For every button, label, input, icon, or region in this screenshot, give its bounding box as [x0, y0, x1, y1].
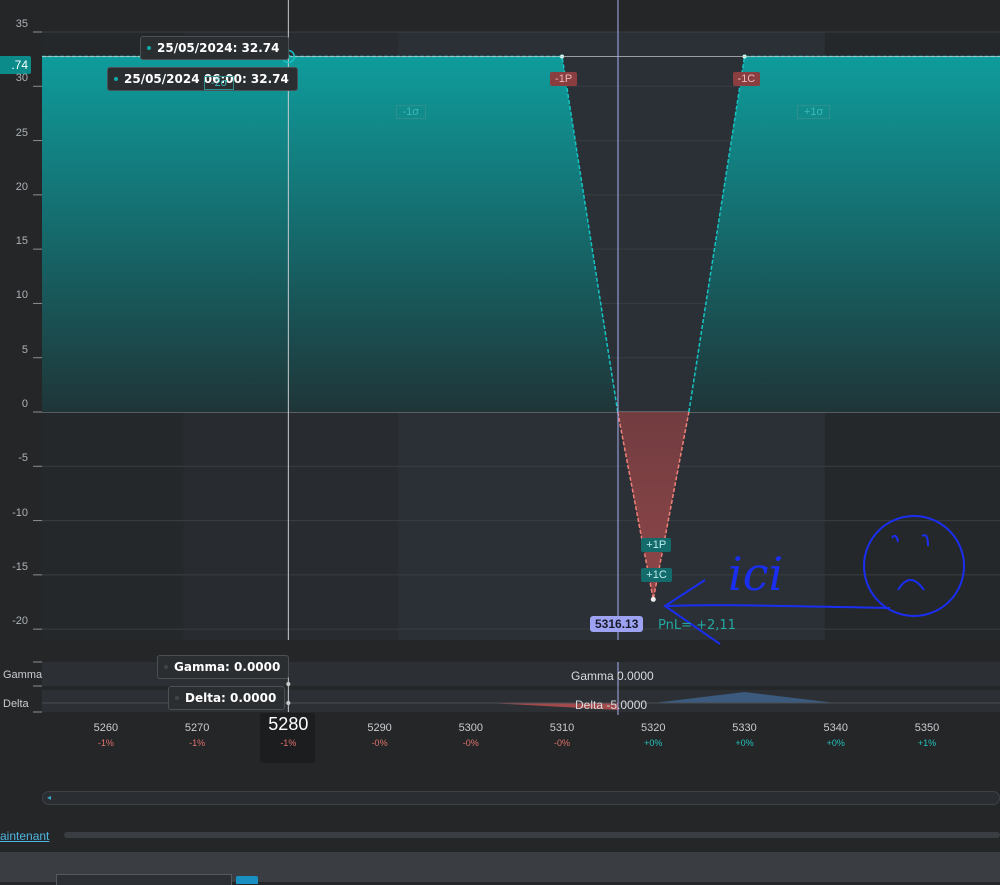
x-tick-pct: -0%	[371, 738, 388, 748]
expiry-tooltip: 25/05/2024: 32.74	[140, 36, 289, 60]
x-tick-label: 5300	[458, 722, 484, 734]
x-tick-pct: -0%	[554, 738, 571, 748]
x-tick-label: 5330	[732, 722, 757, 734]
x-tick-label: 5320	[641, 722, 666, 734]
spot-price-label: 5316.13	[590, 616, 644, 632]
footer-input[interactable]	[56, 874, 232, 885]
tooltip-dot-icon	[147, 46, 151, 50]
leg-tag: +1C	[641, 568, 672, 583]
delta-row-label: Delta	[3, 698, 29, 710]
y-tick-label: 20	[15, 180, 28, 193]
y-tick-label: 15	[15, 235, 28, 248]
x-tick-label: 5340	[823, 722, 848, 734]
chart-scrollbar[interactable]	[42, 791, 1000, 805]
x-tick-pct: +0%	[644, 738, 663, 748]
delta-dot	[286, 701, 291, 705]
tooltip-dot-icon	[114, 77, 118, 81]
y-tick-label: 35	[15, 18, 28, 30]
y-tick-label: 30	[15, 72, 28, 85]
gamma-row-label: Gamma	[3, 669, 43, 681]
tooltip-dot-icon	[164, 665, 168, 669]
sigma-label: -2σ	[203, 76, 235, 90]
x-tick-label: 5270	[184, 722, 210, 734]
pnl-note: PnL= +2,11	[658, 618, 736, 633]
y-tick-label: -20	[12, 615, 28, 628]
delta-tooltip: Delta: 0.0000	[168, 686, 286, 710]
gamma-value: Gamma 0.0000	[571, 669, 654, 683]
gamma-tooltip: Gamma: 0.0000	[157, 655, 290, 679]
y-tick-label: -10	[12, 506, 28, 519]
y-tick-label: 25	[15, 126, 28, 139]
y-tick-label: -15	[12, 560, 28, 573]
delta-value: Delta -5.0000	[575, 698, 648, 712]
profit-area-left	[42, 56, 618, 413]
x-tick-label: 5280	[268, 714, 309, 734]
x-tick-pct: +0%	[735, 738, 754, 748]
x-tick-pct: -0%	[462, 738, 479, 748]
gamma-dot	[286, 682, 291, 686]
secondary-scrollbar[interactable]	[64, 832, 1000, 838]
expiry-tooltip-text: 25/05/2024: 32.74	[157, 41, 280, 55]
x-tick-label: 5350	[914, 722, 940, 734]
x-tick-label: 5260	[93, 722, 119, 734]
y-tick-label: 0	[21, 398, 28, 410]
x-tick-pct: +0%	[826, 738, 845, 748]
footer-button[interactable]	[236, 876, 258, 884]
leg-tag: +1P	[641, 537, 672, 552]
y-tick-label: 10	[15, 289, 28, 302]
delta-tooltip-text: Delta: 0.0000	[185, 691, 277, 705]
y-tick-label: -5	[18, 452, 28, 465]
sigma-label: -1σ	[395, 105, 427, 119]
annotation-text: ici	[728, 547, 783, 601]
leg-tag: -1P	[550, 71, 578, 86]
x-tick-label: 5290	[367, 722, 392, 734]
min-point-marker	[650, 596, 656, 602]
x-tick-pct: -1%	[189, 738, 206, 748]
now-link[interactable]: aintenant	[0, 829, 49, 843]
x-tick-label: 5310	[549, 722, 575, 734]
scroll-left-icon[interactable]: ◂	[45, 794, 53, 802]
gamma-tooltip-text: Gamma: 0.0000	[174, 660, 281, 674]
pnl-chart[interactable]: ici	[0, 0, 1000, 882]
sigma-label: +1σ	[796, 105, 831, 119]
x-tick-pct: -1%	[97, 738, 114, 748]
y-tick-label: 5	[21, 343, 28, 356]
x-tick-pct: +1%	[917, 738, 937, 748]
current-tooltip: 25/05/2024 06:00: 32.74	[107, 67, 298, 91]
x-tick-pct: -1%	[280, 738, 297, 748]
leg-tag: -1C	[732, 71, 761, 86]
tooltip-dot-icon	[175, 696, 179, 700]
